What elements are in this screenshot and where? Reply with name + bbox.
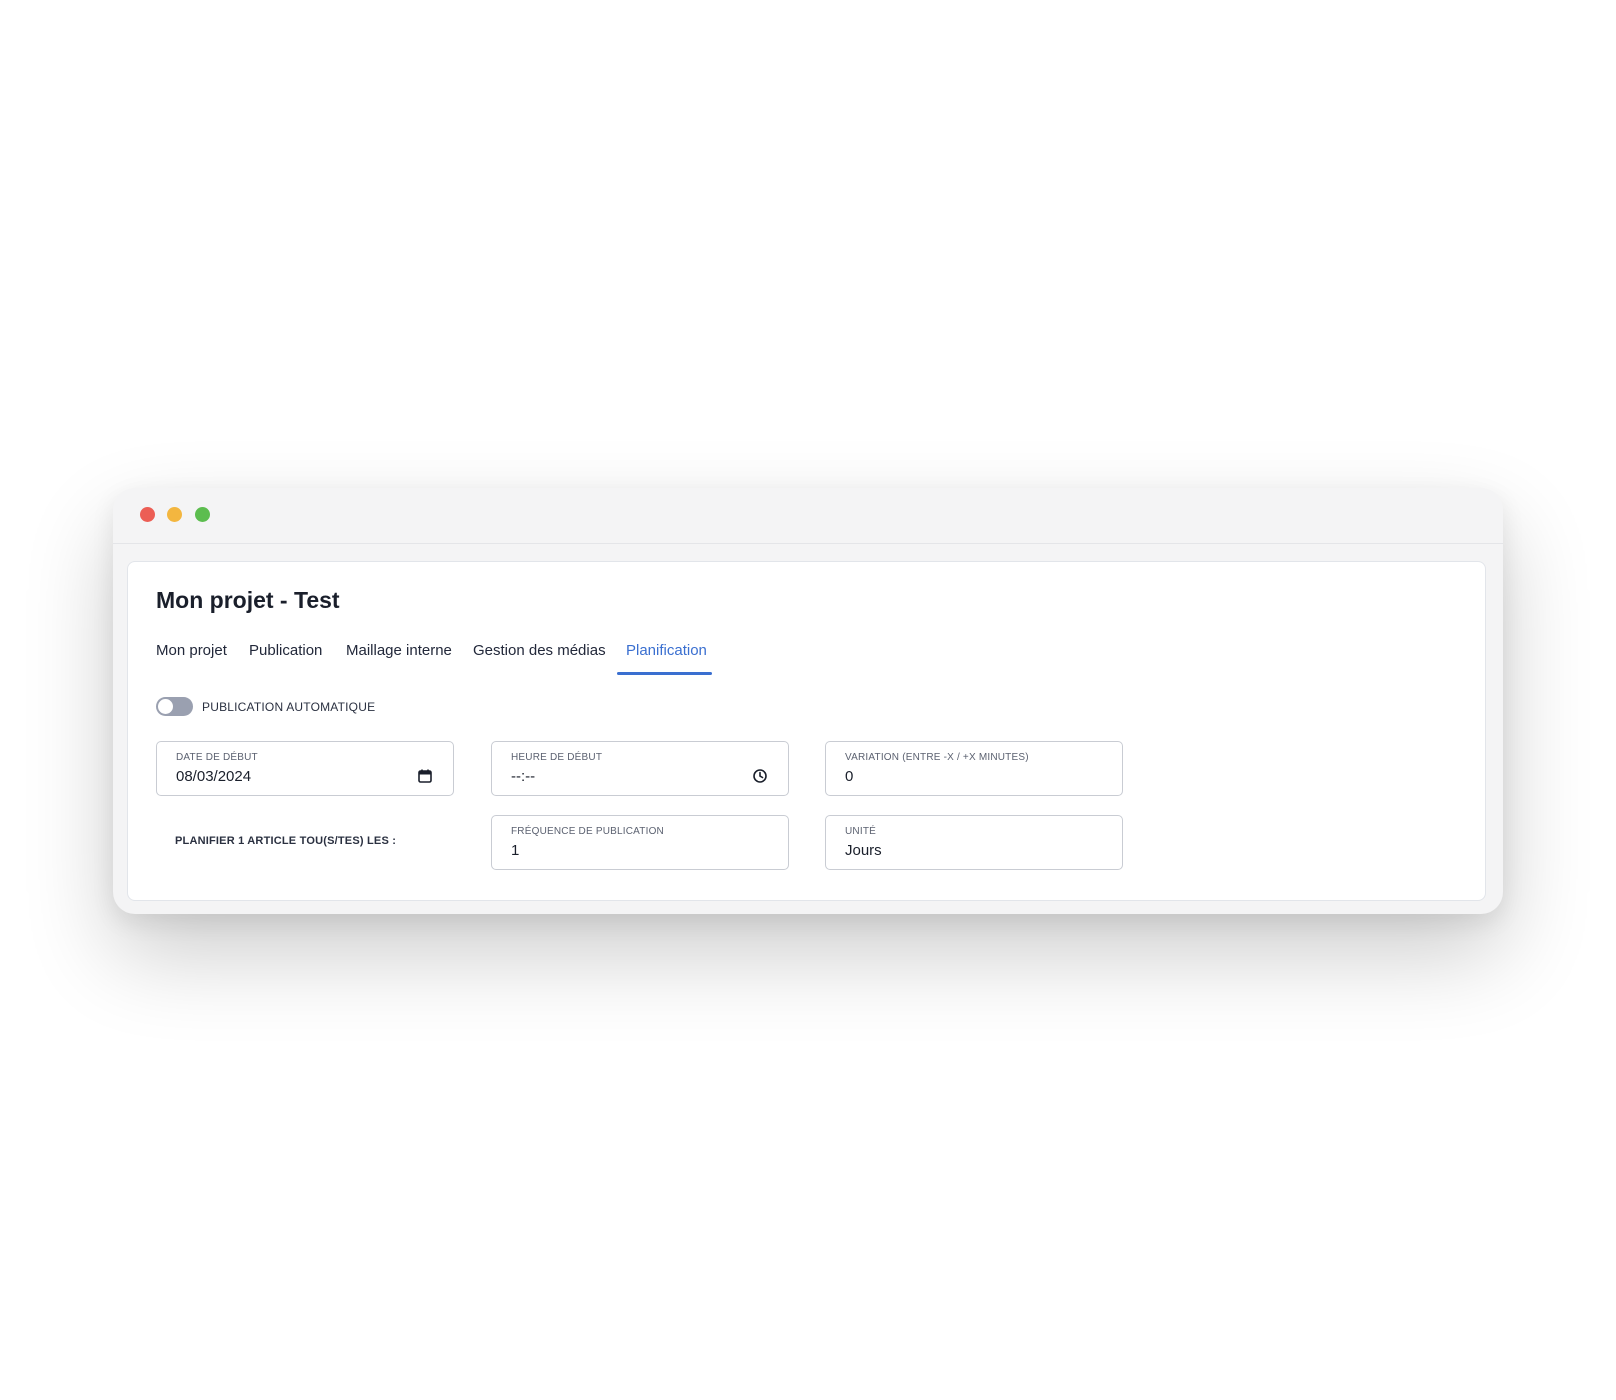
toggle-knob: [158, 699, 173, 714]
tab-mon-projet[interactable]: Mon projet: [156, 642, 227, 659]
close-window-button[interactable]: [140, 507, 155, 522]
clock-icon[interactable]: [752, 768, 768, 784]
start-time-label: HEURE DE DÉBUT: [511, 752, 603, 763]
tab-maillage-interne[interactable]: Maillage interne: [346, 642, 452, 659]
start-date-value: 08/03/2024: [176, 768, 252, 785]
minimize-window-button[interactable]: [167, 507, 182, 522]
unit-value: Jours: [845, 842, 882, 859]
frequency-value: 1: [511, 842, 520, 859]
frequency-field[interactable]: FRÉQUENCE DE PUBLICATION 1: [491, 815, 789, 870]
maximize-window-button[interactable]: [195, 507, 210, 522]
window-titlebar: [113, 488, 1503, 544]
unit-label: UNITÉ: [845, 826, 876, 837]
app-window: Mon projet - Test Mon projet Publication…: [113, 488, 1503, 914]
tab-publication[interactable]: Publication: [249, 642, 322, 659]
calendar-icon[interactable]: [417, 768, 433, 784]
variation-label: VARIATION (ENTRE -X / +X MINUTES): [845, 752, 1029, 763]
active-tab-indicator: [617, 672, 712, 675]
page-title: Mon projet - Test: [156, 587, 340, 613]
project-card: Mon projet - Test Mon projet Publication…: [127, 561, 1486, 901]
start-time-value: --:--: [511, 768, 536, 785]
tab-gestion-des-medias[interactable]: Gestion des médias: [473, 642, 606, 659]
unit-select[interactable]: UNITÉ Jours: [825, 815, 1123, 870]
auto-publish-label: PUBLICATION AUTOMATIQUE: [202, 700, 376, 714]
variation-field[interactable]: VARIATION (ENTRE -X / +X MINUTES) 0: [825, 741, 1123, 796]
variation-value: 0: [845, 768, 854, 785]
schedule-label: PLANIFIER 1 ARTICLE TOU(S/TES) LES :: [175, 835, 397, 847]
start-date-label: DATE DE DÉBUT: [176, 752, 258, 763]
start-time-field[interactable]: HEURE DE DÉBUT --:--: [491, 741, 789, 796]
start-date-field[interactable]: DATE DE DÉBUT 08/03/2024: [156, 741, 454, 796]
frequency-label: FRÉQUENCE DE PUBLICATION: [511, 826, 664, 837]
auto-publish-toggle[interactable]: [156, 697, 193, 716]
tab-planification[interactable]: Planification: [626, 642, 707, 659]
